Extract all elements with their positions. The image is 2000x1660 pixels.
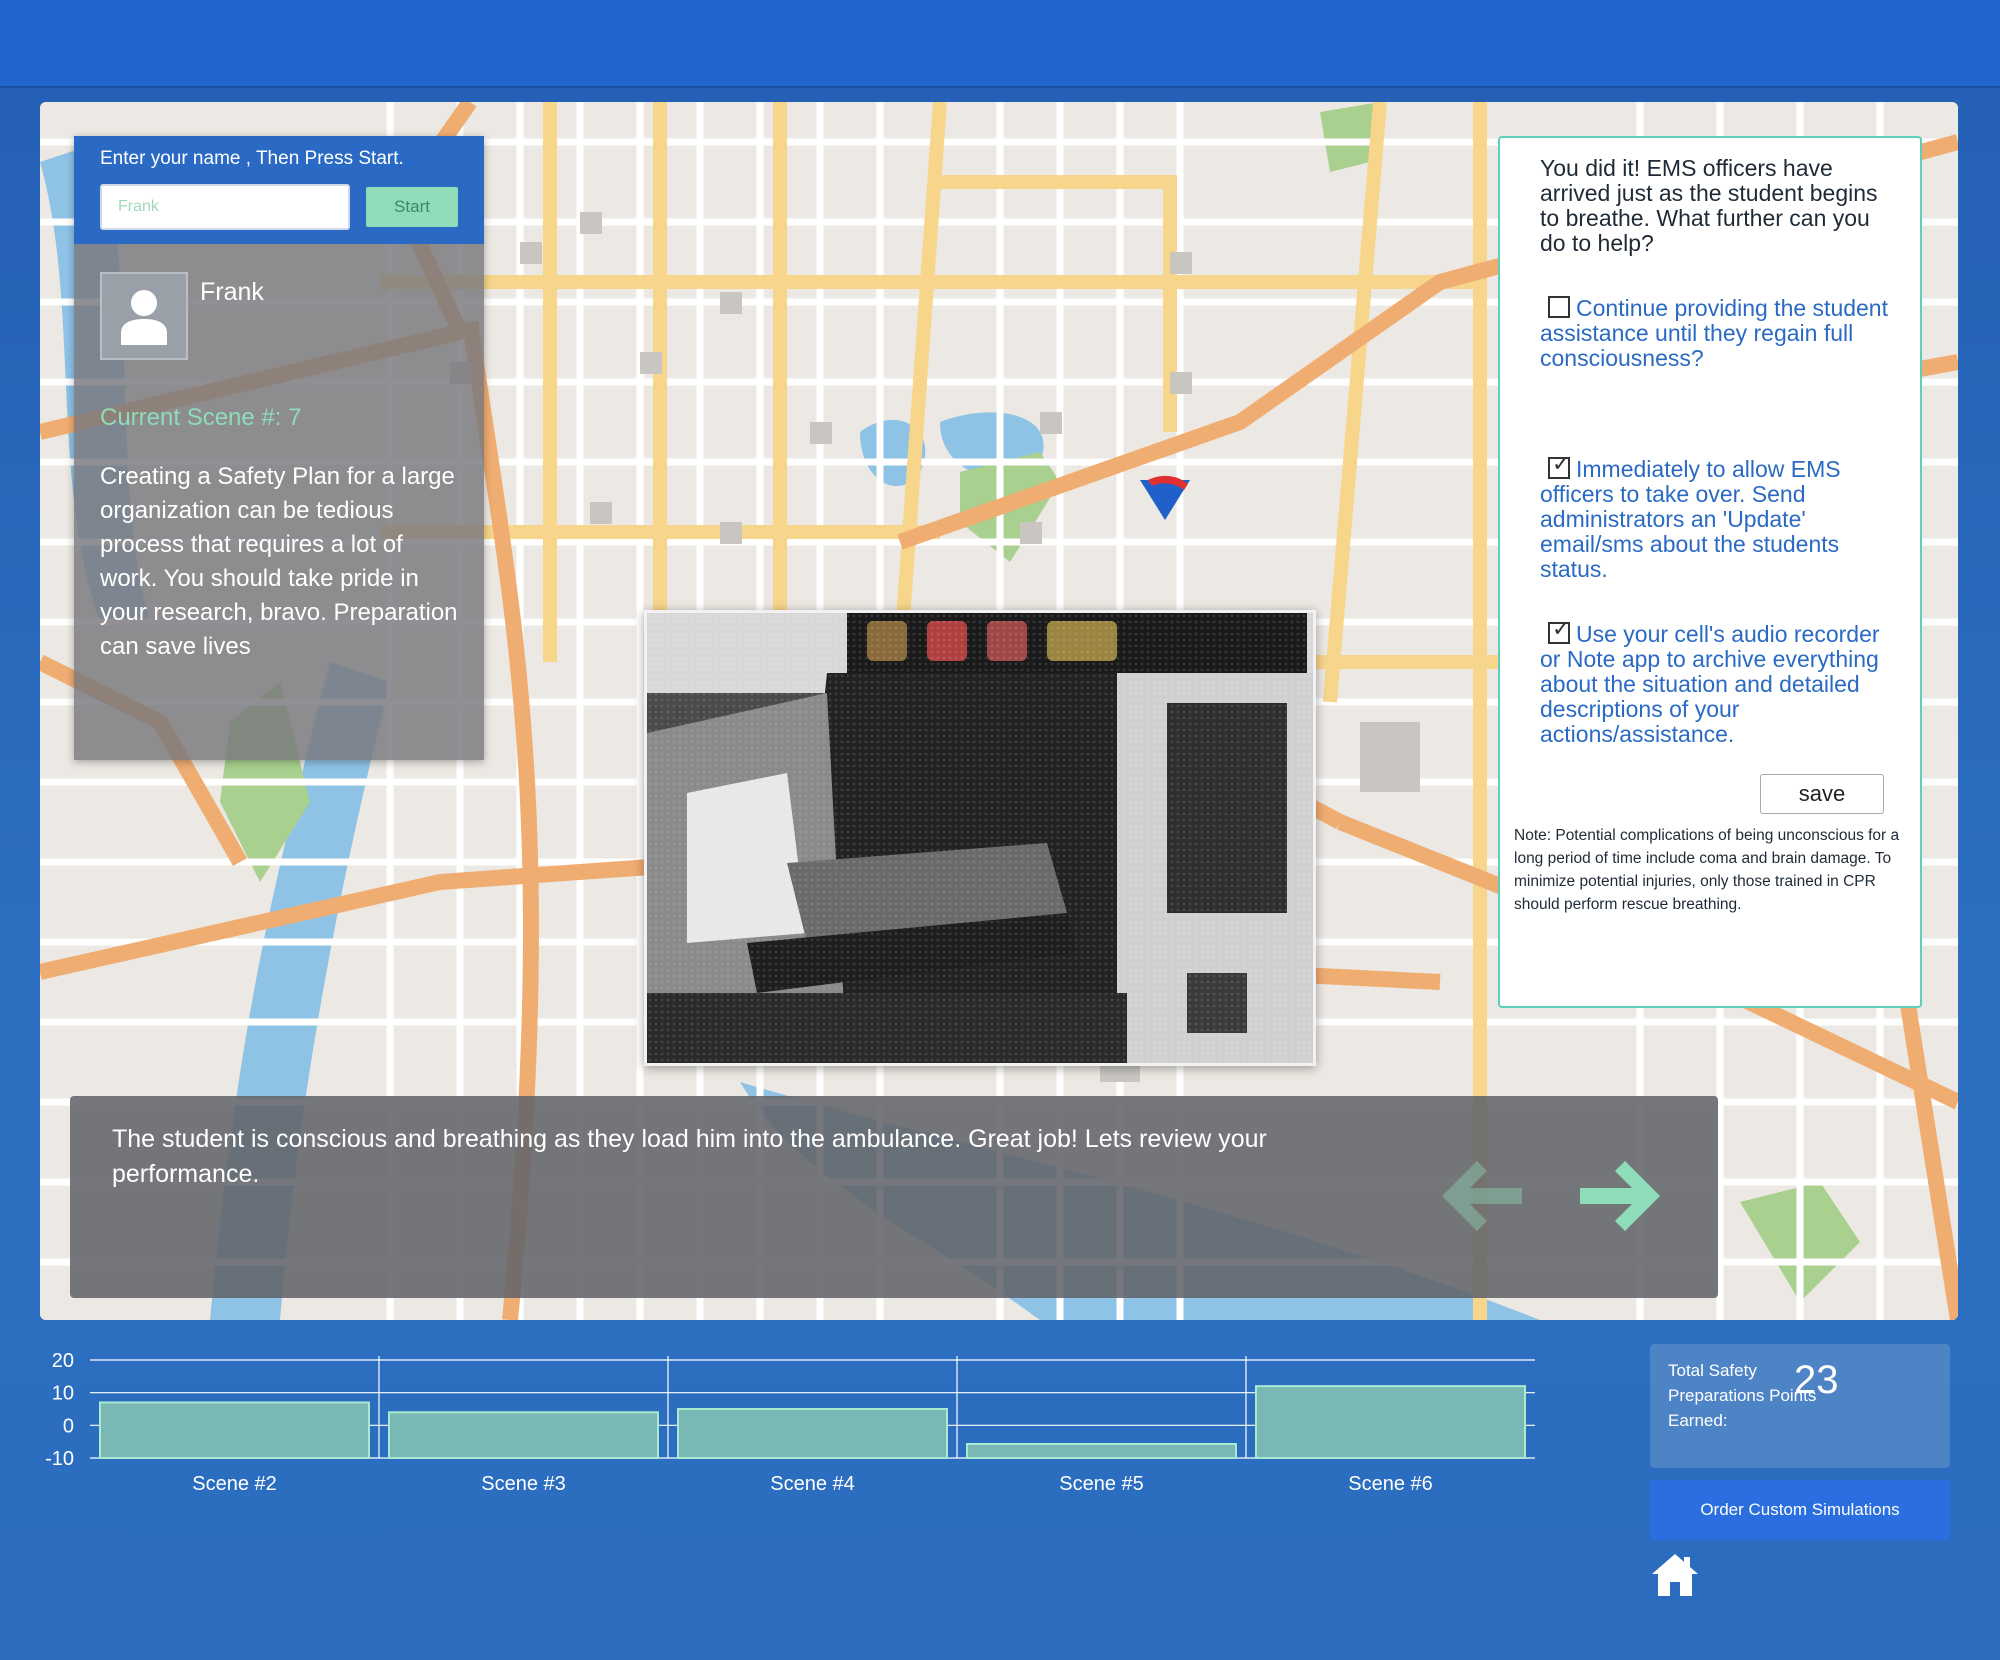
option-3-label[interactable]: Use your cell's audio recorder or Note a… [1540, 621, 1880, 747]
start-button[interactable]: Start [366, 187, 458, 227]
bar [388, 1411, 659, 1460]
option-1[interactable]: Continue providing the student assistanc… [1518, 296, 1900, 371]
question-text: You did it! EMS officers have arrived ju… [1540, 155, 1878, 256]
name-prompt: Enter your name , Then Press Start. [100, 148, 404, 169]
bar [966, 1443, 1237, 1459]
top-bar [0, 0, 2000, 88]
question-panel: You did it! EMS officers have arrived ju… [1498, 136, 1922, 1008]
message-bar: The student is conscious and breathing a… [70, 1096, 1718, 1298]
y-tick-label: 0 [63, 1415, 74, 1437]
note-text: Note: Potential complications of being u… [1514, 827, 1900, 913]
home-icon[interactable] [1650, 1552, 1700, 1598]
avatar [100, 272, 188, 360]
x-tick-label: Scene #5 [1059, 1473, 1144, 1495]
x-tick-label: Scene #2 [192, 1473, 277, 1495]
bar [1255, 1385, 1526, 1460]
option-2-label[interactable]: Immediately to allow EMS officers to tak… [1540, 456, 1841, 582]
score-box: Total Safety Preparations Points Earned:… [1650, 1344, 1950, 1468]
score-value: 23 [1794, 1358, 1839, 1402]
scene-photo [644, 610, 1316, 1066]
option-1-label[interactable]: Continue providing the student assistanc… [1540, 295, 1888, 371]
option-3-checkbox[interactable]: ✓ [1548, 618, 1570, 644]
bar [677, 1408, 948, 1459]
option-1-checkbox[interactable] [1548, 296, 1570, 318]
ambulance-image [647, 613, 1313, 1063]
user-silhouette-icon [121, 290, 167, 345]
x-tick-label: Scene #6 [1348, 1473, 1433, 1495]
order-custom-simulations-button[interactable]: Order Custom Simulations [1650, 1480, 1950, 1540]
name-input[interactable] [100, 184, 350, 230]
option-2-checkbox[interactable]: ✓ [1548, 453, 1570, 479]
name-entry-bar: Enter your name , Then Press Start. Star… [74, 136, 484, 244]
checkmark-icon: ✓ [1552, 451, 1571, 476]
option-3[interactable]: ✓ Use your cell's audio recorder or Note … [1518, 618, 1900, 747]
y-tick-label: 10 [52, 1383, 74, 1405]
username: Frank [200, 278, 264, 306]
bar [99, 1401, 370, 1459]
option-2[interactable]: ✓ Immediately to allow EMS officers to ta… [1518, 453, 1900, 582]
x-tick-label: Scene #4 [770, 1473, 855, 1495]
checkmark-icon: ✓ [1552, 616, 1571, 641]
current-scene-label: Current Scene #: 7 [100, 404, 302, 431]
scene-points-chart: 20 10 0 -10 Scene #2 Scene #3 Scene #4 Scene #5… [45, 1350, 1535, 1495]
y-tick-label: -10 [45, 1448, 74, 1470]
message-text: The student is conscious and breathing a… [112, 1125, 1267, 1188]
x-tick-label: Scene #3 [481, 1473, 566, 1495]
scene-description: Creating a Safety Plan for a large organ… [100, 463, 458, 660]
player-panel: Enter your name , Then Press Start. Star… [74, 136, 484, 760]
y-tick-label: 20 [52, 1350, 74, 1372]
arrow-right-icon[interactable] [1570, 1146, 1670, 1246]
save-button[interactable]: save [1760, 774, 1884, 814]
arrow-left-icon[interactable] [1432, 1146, 1532, 1246]
profile: Frank [74, 244, 484, 360]
